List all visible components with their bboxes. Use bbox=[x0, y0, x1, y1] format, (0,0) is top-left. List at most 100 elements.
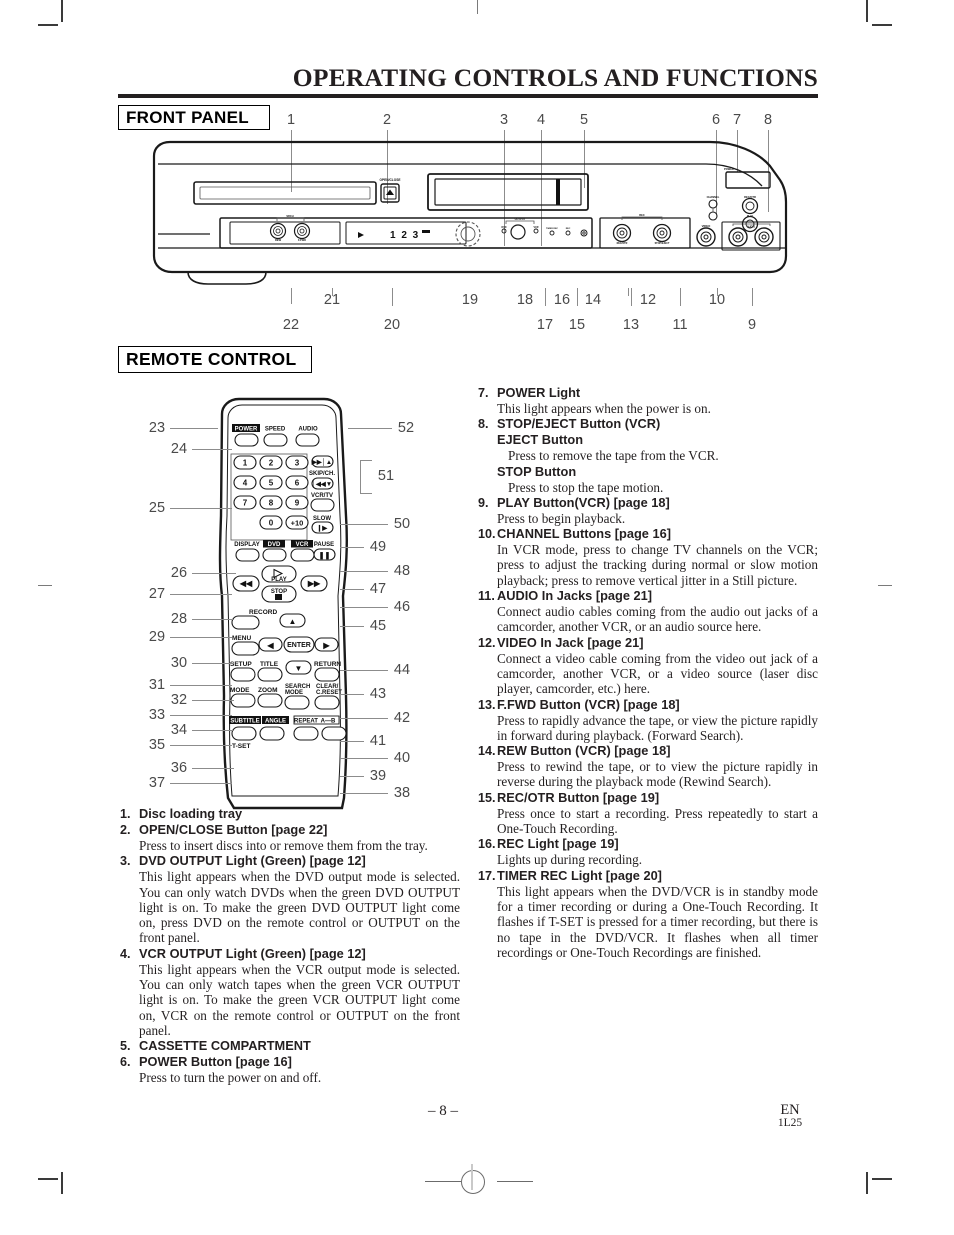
front-callout-3: 3 bbox=[499, 112, 509, 128]
item-number: 9. bbox=[478, 495, 489, 510]
crop-mark-mid-right bbox=[878, 585, 892, 587]
front-callout-13: 13 bbox=[622, 317, 640, 333]
front-callout-8: 8 bbox=[763, 112, 773, 128]
remote-leader-51-v bbox=[360, 460, 361, 494]
svg-text:◀: ◀ bbox=[266, 641, 274, 650]
item-number: 6. bbox=[120, 1055, 131, 1070]
page-title: OPERATING CONTROLS AND FUNCTIONS bbox=[292, 63, 818, 92]
front-callout-20: 20 bbox=[383, 317, 401, 333]
remote-callout-38: 38 bbox=[393, 785, 411, 801]
remote-callout-37: 37 bbox=[148, 775, 166, 791]
item-title: STOP/EJECT Button (VCR) bbox=[497, 416, 661, 432]
remote-leader-49 bbox=[340, 547, 364, 548]
item-subdescription-eject: Press to remove the tape from the VCR. bbox=[508, 448, 719, 464]
svg-text:8: 8 bbox=[269, 499, 274, 508]
svg-text:VCR/TV: VCR/TV bbox=[311, 493, 333, 499]
item-description: Press once to start a recording. Press r… bbox=[497, 805, 818, 837]
page-number: – 8 – bbox=[428, 1103, 458, 1119]
remote-callout-50: 50 bbox=[393, 516, 411, 532]
svg-text:POWER: POWER bbox=[235, 427, 258, 433]
remote-callout-52: 52 bbox=[397, 420, 415, 436]
remote-callout-32: 32 bbox=[170, 692, 188, 708]
svg-text:AUDIO: AUDIO bbox=[298, 427, 318, 433]
list-item: 11. AUDIO In Jacks [page 21] bbox=[478, 588, 818, 604]
list-item: 9. PLAY Button(VCR) [page 18] bbox=[478, 495, 818, 511]
svg-text:VCR: VCR bbox=[533, 226, 538, 229]
front-callout-18: 18 bbox=[516, 292, 534, 308]
svg-text:REW: REW bbox=[275, 238, 282, 242]
remote-callout-49: 49 bbox=[369, 539, 387, 555]
remote-callout-31: 31 bbox=[148, 677, 166, 693]
svg-text:6: 6 bbox=[295, 479, 300, 488]
part-code: 1L25 bbox=[777, 1117, 803, 1129]
svg-text:❚❚: ❚❚ bbox=[319, 552, 331, 560]
remote-callout-42: 42 bbox=[393, 710, 411, 726]
item-subtitle-eject: EJECT Button bbox=[497, 432, 584, 448]
front-callout-5: 5 bbox=[579, 112, 589, 128]
svg-text:ANGLE: ANGLE bbox=[265, 719, 286, 725]
item-description: Connect a video cable coming from the vi… bbox=[497, 650, 818, 697]
registration-target bbox=[461, 1170, 485, 1194]
remote-leader-36 bbox=[192, 768, 234, 769]
item-description: This light appears when the DVD output m… bbox=[139, 869, 460, 946]
front-leader-9 bbox=[752, 288, 753, 306]
remote-callout-25: 25 bbox=[148, 500, 166, 516]
svg-text:REC: REC bbox=[566, 228, 571, 230]
front-callout-21: 21 bbox=[323, 292, 341, 308]
remote-leader-34 bbox=[192, 730, 234, 731]
item-title: REW Button (VCR) [page 18] bbox=[497, 743, 671, 759]
remote-leader-38 bbox=[340, 793, 388, 794]
remote-leader-47 bbox=[340, 589, 364, 590]
item-description: Press to insert discs into or remove the… bbox=[139, 838, 428, 853]
list-item: 2. OPEN/CLOSE Button [page 22] bbox=[120, 822, 460, 838]
front-callout-19: 19 bbox=[461, 292, 479, 308]
front-callout-6: 6 bbox=[711, 112, 721, 128]
svg-text:▶▶│▲: ▶▶│▲ bbox=[311, 458, 333, 466]
item-title: POWER Light bbox=[497, 385, 581, 400]
remote-leader-28 bbox=[192, 619, 234, 620]
remote-callout-48: 48 bbox=[393, 563, 411, 579]
item-description: Press to rewind the tape, or to view the… bbox=[497, 759, 818, 790]
item-description: Press to turn the power on and off. bbox=[139, 1070, 322, 1086]
svg-text:SKIP/CH.: SKIP/CH. bbox=[309, 471, 335, 477]
list-item: 7. POWER Light bbox=[478, 385, 818, 401]
remote-leader-35 bbox=[170, 745, 232, 746]
svg-text:ZOOM: ZOOM bbox=[258, 687, 278, 694]
remote-leader-37 bbox=[170, 783, 232, 784]
remote-leader-31 bbox=[170, 685, 232, 686]
list-item: 14. REW Button (VCR) [page 18] bbox=[478, 743, 818, 759]
svg-text:SLOW: SLOW bbox=[313, 516, 331, 522]
svg-text:5: 5 bbox=[269, 479, 274, 488]
remote-callout-40: 40 bbox=[393, 750, 411, 766]
svg-text:│◀◀▼: │◀◀▼ bbox=[312, 480, 333, 488]
front-callout-17: 17 bbox=[536, 317, 554, 333]
front-leader-20 bbox=[392, 288, 393, 306]
svg-text:CHANNEL: CHANNEL bbox=[707, 195, 720, 199]
remote-callout-36: 36 bbox=[170, 760, 188, 776]
remote-callout-51: 51 bbox=[377, 468, 395, 484]
svg-text:REPEAT: REPEAT bbox=[294, 719, 318, 725]
front-callout-1: 1 bbox=[286, 112, 296, 128]
svg-text:OPEN/CLOSE: OPEN/CLOSE bbox=[380, 178, 401, 182]
item-number: 12. bbox=[478, 635, 496, 650]
remote-leader-27 bbox=[170, 594, 232, 595]
crop-mark-top-center bbox=[477, 0, 479, 14]
remote-callout-46: 46 bbox=[393, 599, 411, 615]
svg-text:ENTER: ENTER bbox=[287, 642, 311, 649]
item-title: CHANNEL Buttons [page 16] bbox=[497, 526, 671, 542]
remote-leader-43 bbox=[340, 694, 364, 695]
list-item: 12. VIDEO In Jack [page 21] bbox=[478, 635, 818, 651]
item-number: 8. bbox=[478, 417, 489, 432]
item-number: 5. bbox=[120, 1039, 131, 1054]
list-item: 6. POWER Button [page 16] bbox=[120, 1054, 460, 1070]
svg-text:❙▶: ❙▶ bbox=[317, 524, 328, 532]
crop-mark-tl-v bbox=[61, 0, 63, 22]
list-item: 16. REC Light [page 19] bbox=[478, 836, 818, 852]
svg-text:DVD: DVD bbox=[268, 542, 281, 548]
svg-text:MENU: MENU bbox=[232, 635, 251, 642]
item-title: REC Light [page 19] bbox=[497, 836, 619, 852]
front-panel-section-tag: FRONT PANEL bbox=[118, 105, 270, 130]
svg-text:T-SET: T-SET bbox=[232, 743, 250, 750]
svg-text:▶: ▶ bbox=[322, 641, 330, 650]
svg-text:F.FWD: F.FWD bbox=[298, 238, 306, 242]
